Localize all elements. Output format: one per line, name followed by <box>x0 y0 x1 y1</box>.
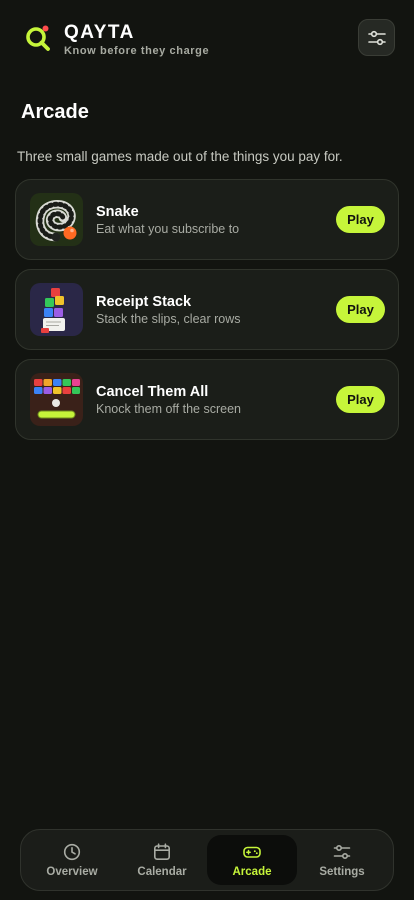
game-name: Cancel Them All <box>96 384 209 400</box>
game-card-snake[interactable]: Snake Eat what you subscribe to Play <box>15 179 399 260</box>
calendar-icon <box>153 843 170 860</box>
game-name: Receipt Stack <box>96 294 192 310</box>
sliders-icon <box>367 30 386 45</box>
game-description: Eat what you subscribe to <box>96 222 240 236</box>
sliders-icon <box>333 844 351 860</box>
bottom-nav: Overview Calendar Arcade Settings <box>20 829 394 891</box>
search-logo-icon <box>26 25 50 51</box>
nav-item-settings[interactable]: Settings <box>297 835 387 885</box>
app-header: QAYTA Know before they charge <box>0 0 414 80</box>
nav-label: Calendar <box>137 866 187 878</box>
brand-name: QAYTA <box>64 22 135 43</box>
play-snake-button[interactable]: Play <box>336 206 385 233</box>
clock-icon <box>63 843 81 861</box>
receipt-stack-icon <box>30 283 83 336</box>
gamepad-icon <box>243 846 261 858</box>
nav-label: Arcade <box>232 866 272 878</box>
nav-label: Overview <box>46 866 98 878</box>
play-receipt-stack-button[interactable]: Play <box>336 296 385 323</box>
nav-item-overview[interactable]: Overview <box>27 835 117 885</box>
nav-item-calendar[interactable]: Calendar <box>117 835 207 885</box>
game-card-cancel-them-all[interactable]: Cancel Them All Knock them off the scree… <box>15 359 399 440</box>
brick-breaker-icon <box>30 373 83 426</box>
game-card-receipt-stack[interactable]: Receipt Stack Stack the slips, clear row… <box>15 269 399 350</box>
filter-button[interactable] <box>358 19 395 56</box>
nav-item-arcade[interactable]: Arcade <box>207 835 297 885</box>
brand-tagline: Know before they charge <box>64 45 210 57</box>
game-name: Snake <box>96 204 139 220</box>
game-description: Knock them off the screen <box>96 402 241 416</box>
nav-label: Settings <box>319 866 365 878</box>
page-title: Arcade <box>21 101 89 123</box>
play-cancel-them-all-button[interactable]: Play <box>336 386 385 413</box>
page-subtitle: Three small games made out of the things… <box>17 149 343 164</box>
game-description: Stack the slips, clear rows <box>96 312 241 326</box>
snake-icon <box>30 193 83 246</box>
